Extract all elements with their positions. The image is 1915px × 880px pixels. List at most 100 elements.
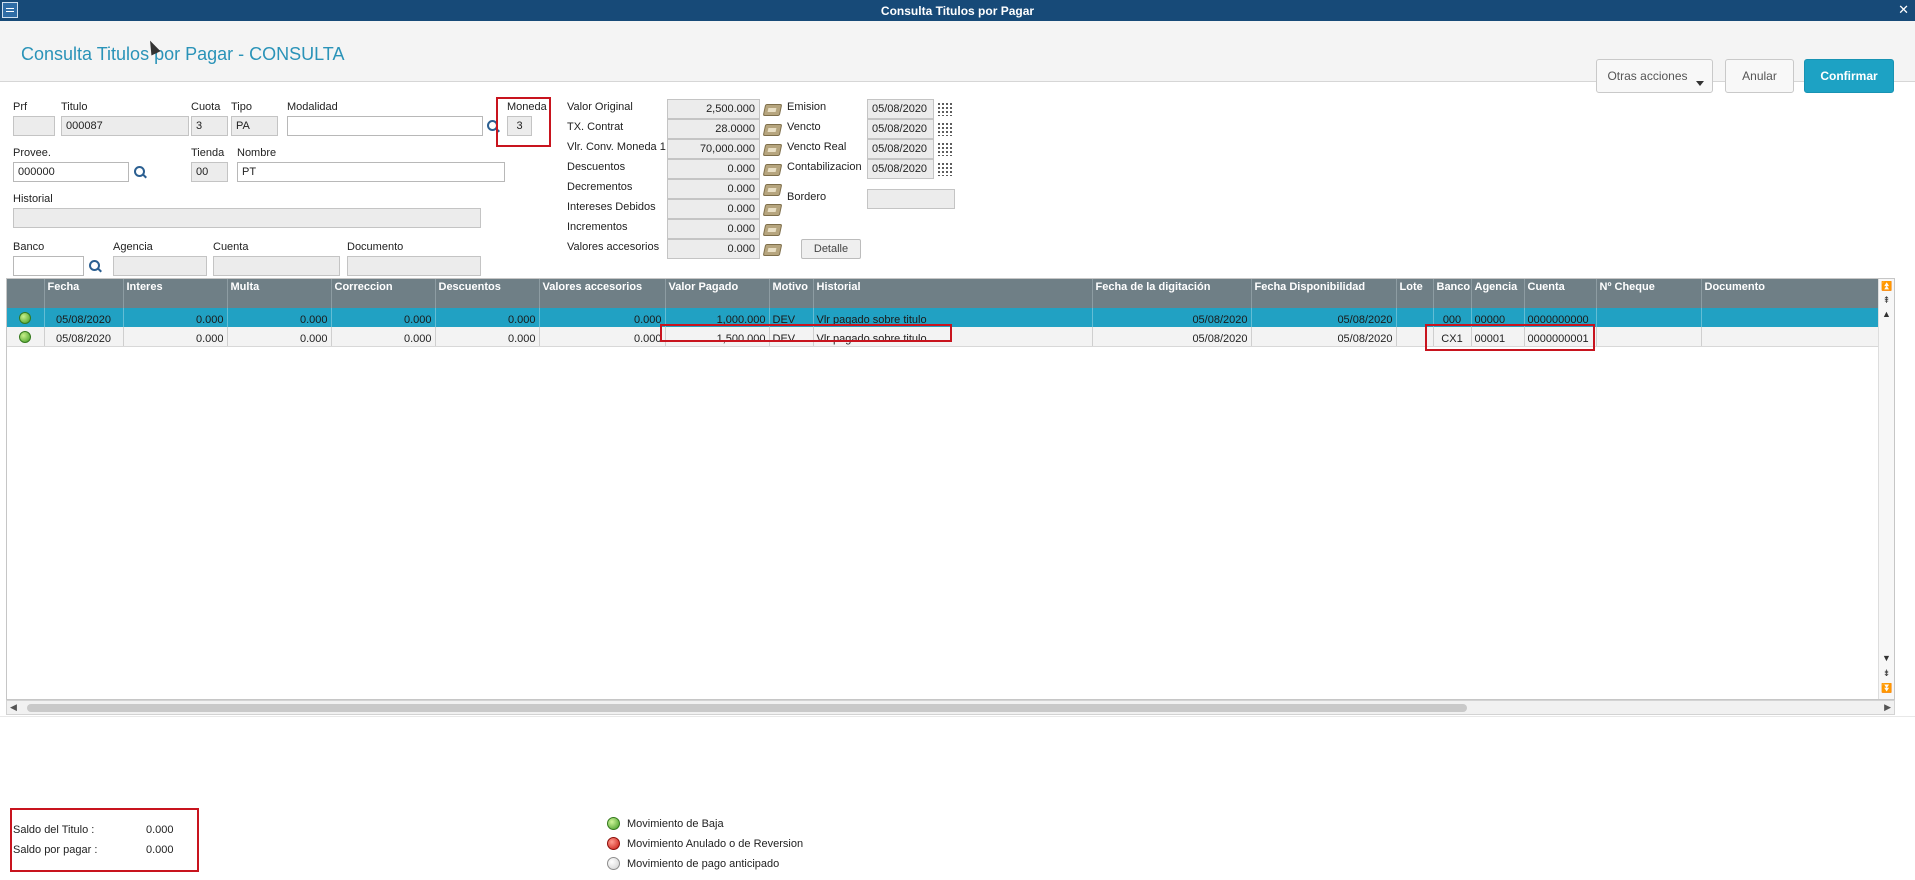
saldo-titulo-label: Saldo del Titulo : <box>13 824 95 836</box>
calendar-icon[interactable] <box>937 102 953 116</box>
page-up-icon[interactable]: ⇞ <box>1881 295 1892 306</box>
confirmar-button[interactable]: Confirmar <box>1804 59 1894 93</box>
anular-button[interactable]: Anular <box>1725 59 1794 93</box>
vencto-real-field: 05/08/2020 <box>867 139 934 159</box>
otras-acciones-button[interactable]: Otras acciones <box>1596 59 1713 93</box>
scroll-bottom-icon[interactable]: ⏬ <box>1881 683 1892 694</box>
page-title: Consulta Titulos por Pagar - CONSULTA <box>21 44 345 64</box>
grid-column-header[interactable]: Fecha <box>44 279 124 308</box>
cell-multa: 0.000 <box>227 327 332 347</box>
scroll-top-icon[interactable]: ⏫ <box>1881 281 1892 292</box>
grid-column-header[interactable]: Valor Pagado <box>665 279 770 308</box>
banco-label: Banco <box>13 241 45 253</box>
grid-column-header[interactable]: Multa <box>227 279 332 308</box>
cell-descuentos: 0.000 <box>435 327 540 347</box>
scroll-down-icon[interactable]: ▼ <box>1881 653 1892 664</box>
cell-valores-accesorios: 0.000 <box>539 308 666 327</box>
cuenta-field <box>213 256 340 276</box>
scroll-left-icon[interactable]: ◀ <box>10 702 17 713</box>
grid-column-header[interactable]: Correccion <box>331 279 436 308</box>
grid-column-header[interactable]: Agencia <box>1471 279 1525 308</box>
grid-column-header[interactable]: Motivo <box>769 279 814 308</box>
bordero-field <box>867 189 955 209</box>
calculator-icon[interactable] <box>762 144 783 156</box>
scroll-thumb[interactable] <box>27 704 1467 712</box>
provee-field[interactable]: 000000 <box>13 162 129 182</box>
tienda-field: 00 <box>191 162 228 182</box>
calendar-icon[interactable] <box>937 162 953 176</box>
grid-column-header[interactable]: Interes <box>123 279 228 308</box>
cell-valores-accesorios: 0.000 <box>539 327 666 347</box>
grid-column-header[interactable]: Lote <box>1396 279 1434 308</box>
valor-original-field: 2,500.000 <box>667 99 760 119</box>
status-green-icon <box>19 312 32 324</box>
valores-accesorios-field: 0.000 <box>667 239 760 259</box>
banco-search-icon[interactable] <box>89 260 101 272</box>
grid-column-header[interactable]: Documento <box>1701 279 1894 308</box>
historial-label: Historial <box>13 193 53 205</box>
window-title: Consulta Titulos por Pagar <box>880 4 1035 18</box>
contabilizacion-field: 05/08/2020 <box>867 159 934 179</box>
grid-column-header[interactable]: Valores accesorios <box>539 279 666 308</box>
provee-label: Provee. <box>13 147 51 159</box>
tipo-field: PA <box>231 116 278 136</box>
prf-label: Prf <box>13 101 28 113</box>
documento-field <box>347 256 481 276</box>
saldo-titulo-value: 0.000 <box>146 824 174 836</box>
grid-column-header[interactable]: Historial <box>813 279 1093 308</box>
calendar-icon[interactable] <box>937 122 953 136</box>
close-icon[interactable]: ✕ <box>1898 3 1909 17</box>
legend-green-icon <box>607 817 620 830</box>
page-header: Consulta Titulos por Pagar - CONSULTA Ot… <box>0 21 1915 93</box>
emision-label: Emision <box>787 101 827 113</box>
grid-column-header[interactable]: Descuentos <box>435 279 540 308</box>
tienda-label: Tienda <box>191 147 225 159</box>
grid-column-header[interactable] <box>7 279 45 308</box>
nombre-label: Nombre <box>237 147 277 159</box>
grid-column-header[interactable]: Cuenta <box>1524 279 1597 308</box>
status-cell <box>7 327 45 347</box>
scroll-up-icon[interactable]: ▲ <box>1881 309 1892 320</box>
grid-column-header[interactable]: Fecha Disponibilidad <box>1251 279 1397 308</box>
calendar-icon[interactable] <box>937 142 953 156</box>
calculator-icon[interactable] <box>762 204 783 216</box>
saldo-pagar-label: Saldo por pagar : <box>13 844 98 856</box>
calculator-icon[interactable] <box>762 244 783 256</box>
calculator-icon[interactable] <box>762 124 783 136</box>
modalidad-field[interactable] <box>287 116 483 136</box>
calculator-icon[interactable] <box>762 104 783 116</box>
grid-column-header[interactable]: Banco <box>1433 279 1472 308</box>
window-titlebar: Consulta Titulos por Pagar ✕ <box>0 0 1915 21</box>
provee-search-icon[interactable] <box>134 166 146 178</box>
cell-fecha-digitacion: 05/08/2020 <box>1092 308 1252 327</box>
calculator-icon[interactable] <box>762 184 783 196</box>
grid-header: Fecha Interes Multa Correccion Descuento… <box>7 279 1894 308</box>
cell-multa: 0.000 <box>227 308 332 327</box>
cell-correccion: 0.000 <box>331 308 436 327</box>
descuentos-field: 0.000 <box>667 159 760 179</box>
calculator-icon[interactable] <box>762 224 783 236</box>
divider <box>0 716 1915 717</box>
calculator-icon[interactable] <box>762 164 783 176</box>
cell-fecha: 05/08/2020 <box>44 308 124 327</box>
detalle-button[interactable]: Detalle <box>801 239 861 259</box>
cuota-field: 3 <box>191 116 228 136</box>
scroll-right-icon[interactable]: ▶ <box>1884 702 1891 713</box>
grid-column-header[interactable]: Nº Cheque <box>1596 279 1702 308</box>
tx-contrat-label: TX. Contrat <box>567 121 624 133</box>
grid-horizontal-scrollbar[interactable]: ◀ ▶ <box>6 700 1895 715</box>
intereses-debidos-label: Intereses Debidos <box>567 201 656 213</box>
valor-pagado-highlight <box>660 324 952 342</box>
vencto-field: 05/08/2020 <box>867 119 934 139</box>
nombre-field: PT <box>237 162 505 182</box>
emision-field: 05/08/2020 <box>867 99 934 119</box>
decrementos-field: 0.000 <box>667 179 760 199</box>
chevron-down-icon <box>1696 81 1704 86</box>
modalidad-label: Modalidad <box>287 101 338 113</box>
page-down-icon[interactable]: ⇟ <box>1881 668 1892 679</box>
grid-column-header[interactable]: Fecha de la digitación <box>1092 279 1252 308</box>
legend-red-icon <box>607 837 620 850</box>
decrementos-label: Decrementos <box>567 181 633 193</box>
grid-vertical-scrollbar[interactable]: ⏫ ⇞ ▲ ▼ ⇟ ⏬ <box>1878 279 1894 699</box>
banco-field[interactable] <box>13 256 84 276</box>
